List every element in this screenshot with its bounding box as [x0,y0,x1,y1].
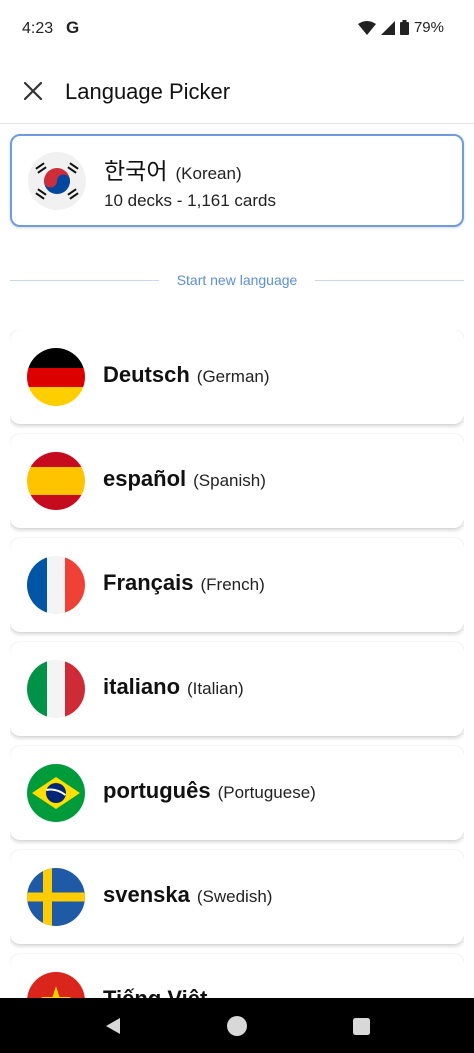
language-item-portuguese[interactable]: português (Portuguese) [10,746,464,840]
language-native: Français [103,570,194,595]
language-english: (Portuguese) [217,783,316,802]
current-language-english: (Korean) [175,164,242,183]
language-native: português [103,778,211,803]
language-english: (French) [200,575,265,594]
current-language-stats: 10 decks - 1,161 cards [104,191,276,210]
language-names: svenska (Swedish) [103,882,272,908]
korea-flag-icon [28,152,86,210]
app-bar: Language Picker [0,60,474,124]
home-button[interactable] [224,1013,250,1039]
language-english: (Italian) [187,679,244,698]
sweden-flag-icon [27,868,85,926]
current-language-name: 한국어 (Korean) [104,152,242,186]
wifi-icon [357,20,376,35]
status-indicators: 79% [357,19,444,36]
system-nav-bar [0,998,474,1053]
language-names: italiano (Italian) [103,674,244,700]
france-flag-icon [27,556,85,614]
current-language-native: 한국어 [104,158,168,184]
language-english: (Spanish) [193,471,266,490]
italy-flag-icon [27,660,85,718]
recents-button[interactable] [348,1013,374,1039]
vietnam-flag-icon [27,972,85,998]
language-names: español (Spanish) [103,466,266,492]
status-bar: 4:23 G 79% [0,0,474,60]
language-item-german[interactable]: Deutsch (German) [10,330,464,424]
language-item-swedish[interactable]: svenska (Swedish) [10,850,464,944]
status-time: 4:23 [22,20,54,37]
language-item-italian[interactable]: italiano (Italian) [10,642,464,736]
battery-percent: 79% [413,19,444,36]
language-names: Deutsch (German) [103,362,270,388]
language-names: Tiếng Việt [103,986,214,998]
back-triangle-icon [106,1018,120,1034]
section-divider: Start new language [10,270,465,290]
divider-line [315,279,465,281]
recents-square-icon [352,1017,370,1035]
language-list[interactable]: Deutsch (German) español (Spanish) Franç… [10,330,464,998]
back-button[interactable] [100,1013,126,1039]
language-item-spanish[interactable]: español (Spanish) [10,434,464,528]
language-names: português (Portuguese) [103,778,316,804]
google-icon: G [66,18,80,37]
divider-line [10,279,159,281]
brazil-flag-icon [27,764,85,822]
current-language-card[interactable]: 한국어 (Korean) 10 decks - 1,161 cards [10,134,464,227]
battery-icon [399,20,409,35]
close-button[interactable] [16,74,50,108]
language-item-french[interactable]: Français (French) [10,538,464,632]
page-title: Language Picker [65,79,231,104]
divider-label: Start new language [176,272,298,288]
language-english: (Swedish) [196,887,273,906]
language-names: Français (French) [103,570,265,596]
language-native: svenska [103,882,190,907]
language-item-vietnamese[interactable]: Tiếng Việt [10,954,464,998]
germany-flag-icon [27,348,85,406]
language-native: Tiếng Việt [103,986,207,998]
language-english: (German) [196,367,270,386]
spain-flag-icon [27,452,85,510]
language-native: español [103,466,187,491]
language-native: italiano [103,674,181,699]
signal-icon [380,20,395,35]
home-circle-icon [227,1016,247,1036]
close-icon [24,82,42,100]
language-native: Deutsch [103,362,190,387]
